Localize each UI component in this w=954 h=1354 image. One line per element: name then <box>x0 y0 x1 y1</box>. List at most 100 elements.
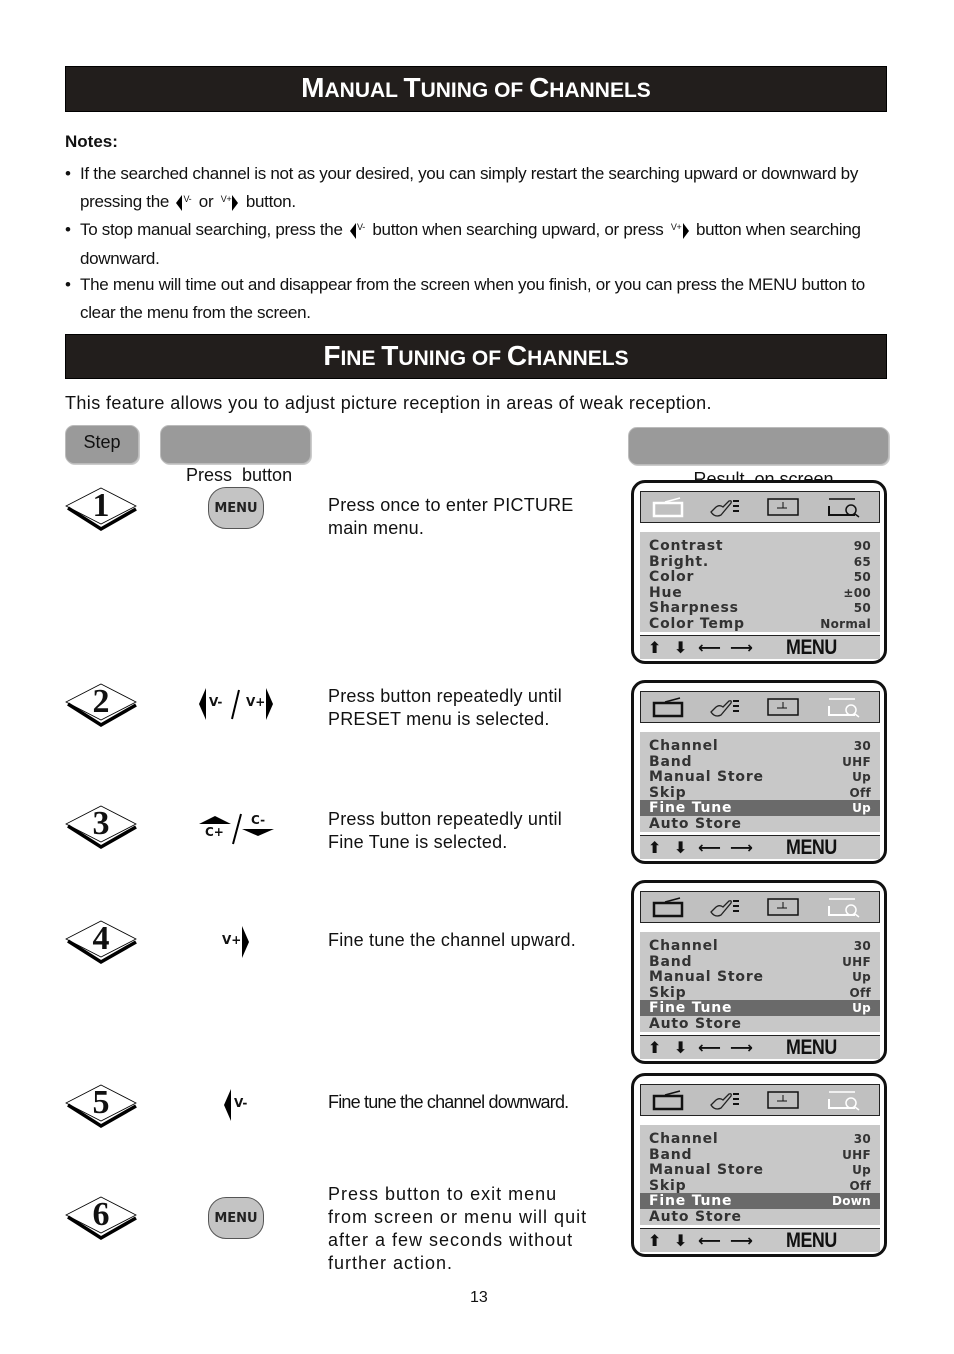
title-cap: C <box>506 340 528 371</box>
title-rest: HANNELS <box>527 347 629 370</box>
text-line: Fine tune the channel upward. <box>328 930 576 950</box>
menu-button: MENU <box>208 1197 264 1239</box>
osd-menu-label: MENU <box>786 636 837 659</box>
step-number: 4 <box>92 920 110 957</box>
title-cap: T <box>403 72 421 103</box>
key-label: V- <box>183 193 192 204</box>
title-rest: HANNELS <box>549 79 651 102</box>
text-line: from screen or menu will quit <box>328 1207 588 1227</box>
note-text: button when searching upward, or press <box>372 220 664 239</box>
clock-icon <box>765 1089 801 1111</box>
osd-row-label: Fine Tune <box>649 1000 733 1017</box>
text-line: Fine tune the channel downward. <box>328 1092 569 1112</box>
osd-row-value: UHF <box>842 754 871 769</box>
text-line: Press button repeatedly until <box>328 686 562 706</box>
osd-row-label: Manual Store <box>649 769 764 786</box>
v-plus-button-icon: V+ <box>220 924 260 960</box>
step-number: 5 <box>92 1084 110 1121</box>
title-cap: T <box>381 340 399 371</box>
osd-footer: ⬆ ⬇ ⟵ ⟶ MENU <box>640 1035 880 1059</box>
up-arrow-icon: ⬆ <box>648 838 662 857</box>
osd-row-value: 30 <box>853 1132 871 1146</box>
osd-row-label: Manual Store <box>649 1162 764 1179</box>
v-minus-key-icon: V- <box>176 189 192 217</box>
osd-row-value: 30 <box>853 739 871 753</box>
osd-menu-row: Fine Tune Down <box>640 1193 880 1210</box>
title-cap: F <box>323 340 341 371</box>
up-arrow-icon: ⬆ <box>648 638 662 657</box>
osd-row-label: Manual Store <box>649 969 764 986</box>
osd-menu-row: Bright. 65 <box>640 554 880 570</box>
title-rest: UNING OF <box>420 79 530 102</box>
osd-row-label: Channel <box>649 1131 719 1147</box>
osd-row-label: Skip <box>649 784 687 801</box>
osd-menu-row: Band UHF <box>640 1147 880 1163</box>
hand-settings-icon <box>707 896 743 918</box>
osd-screen: Contrast 90 Bright. 65 Color 50 Hue ±00 Sharpnes… <box>631 480 887 664</box>
osd-menu-row: Auto Store <box>640 1209 880 1225</box>
key-label: V- <box>357 221 365 232</box>
left-arrow-icon: ⟵ <box>698 1038 721 1057</box>
button-label: MENU <box>214 1210 258 1226</box>
note-text: To stop manual searching, press the <box>80 220 343 239</box>
osd-menu-row: Color 50 <box>640 569 880 585</box>
step-number: 6 <box>92 1196 110 1233</box>
volume-buttons-icon: V- V+ <box>197 686 277 722</box>
text-line: Press once to enter PICTURE <box>328 495 574 515</box>
key-label: V+ <box>222 933 242 947</box>
osd-menu-row: Skip Off <box>640 1178 880 1194</box>
osd-row-value: Off <box>849 1178 871 1193</box>
channel-buttons-icon: C+ C- <box>199 811 279 847</box>
step-number: 1 <box>92 487 110 524</box>
note-item: • The menu will time out and disappear f… <box>65 271 887 327</box>
note-item: • To stop manual searching, press the V-… <box>65 216 887 273</box>
left-arrow-icon: ⟵ <box>698 838 721 857</box>
osd-row-label: Bright. <box>649 553 709 570</box>
osd-menu-row: Skip Off <box>640 985 880 1001</box>
text-line: after a few seconds without <box>328 1230 574 1250</box>
title-cap: M <box>301 72 325 103</box>
search-screen-icon <box>825 496 861 518</box>
osd-tab-bar <box>640 891 880 923</box>
osd-row-value: Off <box>849 785 871 800</box>
osd-row-value: Up <box>852 970 871 985</box>
osd-row-value: UHF <box>842 1147 871 1162</box>
step-number: 3 <box>92 805 110 842</box>
osd-row-value: 65 <box>853 554 871 569</box>
step-description: Press once to enter PICTURE main menu. <box>328 494 588 540</box>
bullet: • <box>65 275 71 294</box>
osd-row-value: 90 <box>853 539 871 553</box>
osd-row-label: Contrast <box>649 538 724 554</box>
hand-settings-icon <box>707 496 743 518</box>
search-screen-icon <box>825 1089 861 1111</box>
right-arrow-icon: ⟶ <box>730 638 753 657</box>
bullet: • <box>65 164 71 183</box>
key-label: C+ <box>205 825 224 839</box>
down-arrow-icon: ⬇ <box>674 1231 688 1250</box>
step-description: Press button repeatedly until Fine Tune … <box>328 808 588 854</box>
osd-row-value: Off <box>849 985 871 1000</box>
osd-row-label: Band <box>649 1146 693 1163</box>
osd-footer: ⬆ ⬇ ⟵ ⟶ MENU <box>640 1228 880 1252</box>
osd-row-value: Down <box>831 1194 871 1209</box>
osd-menu-row: Auto Store <box>640 1016 880 1032</box>
hand-settings-icon <box>707 1089 743 1111</box>
v-plus-key-icon: V+ <box>671 217 689 245</box>
note-item: • If the searched channel is not as your… <box>65 160 887 217</box>
osd-row-label: Fine Tune <box>649 1193 733 1210</box>
v-plus-key-icon: V+ <box>221 189 239 217</box>
osd-row-value: 30 <box>853 939 871 953</box>
osd-row-label: Color <box>649 569 695 586</box>
osd-row-label: Band <box>649 953 693 970</box>
osd-menu-row: Band UHF <box>640 754 880 770</box>
osd-menu-list: Contrast 90 Bright. 65 Color 50 Hue ±00 Sharpnes… <box>640 532 880 632</box>
search-screen-icon <box>825 696 861 718</box>
osd-menu-row: Manual Store Up <box>640 969 880 985</box>
osd-row-label: Auto Store <box>649 1209 742 1225</box>
v-minus-key-icon: V- <box>350 217 365 245</box>
osd-footer: ⬆ ⬇ ⟵ ⟶ MENU <box>640 835 880 859</box>
key-label: C- <box>251 813 266 827</box>
up-arrow-icon: ⬆ <box>648 1038 662 1057</box>
osd-tab-bar <box>640 691 880 723</box>
hand-settings-icon <box>707 696 743 718</box>
